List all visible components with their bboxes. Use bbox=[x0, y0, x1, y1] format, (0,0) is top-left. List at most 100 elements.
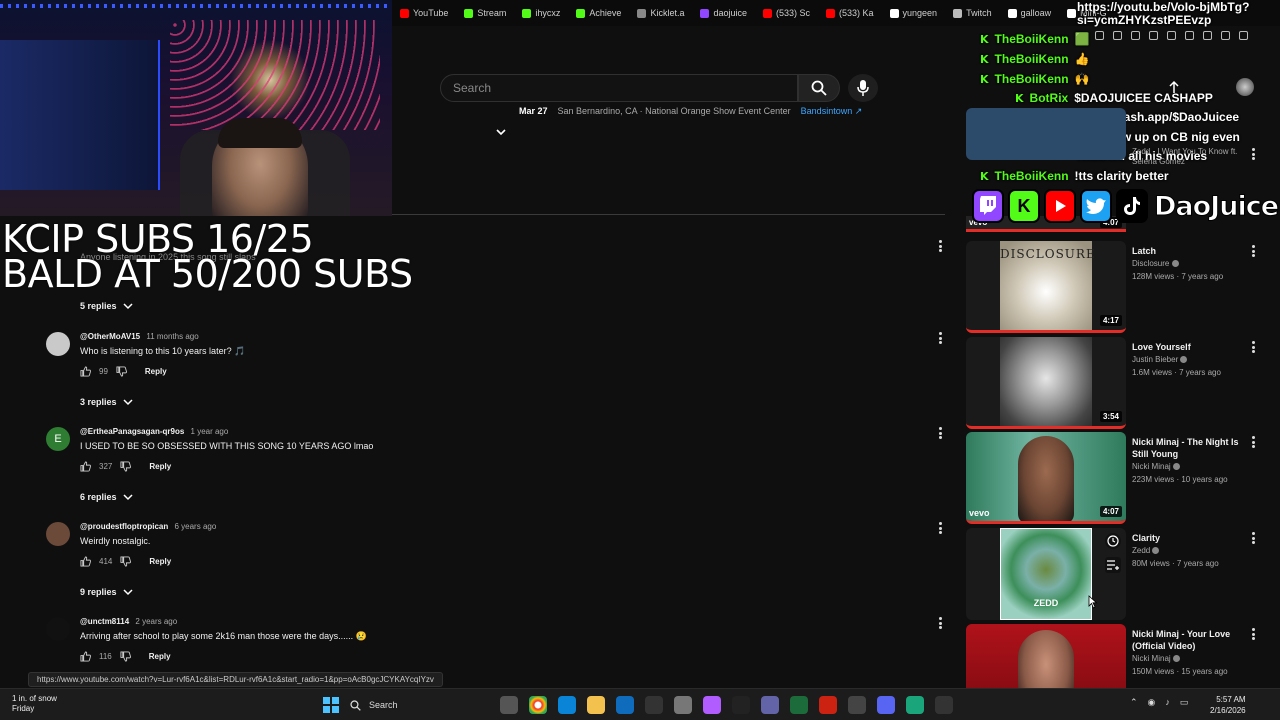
task-view-icon[interactable] bbox=[500, 696, 518, 714]
ai-icon[interactable] bbox=[1221, 30, 1230, 40]
comment-menu-button[interactable] bbox=[939, 240, 943, 252]
comment-author[interactable]: @unctm8114 bbox=[80, 617, 129, 626]
related-video[interactable]: vevo 4:07 Nicki Minaj - The Night Is Stil… bbox=[966, 432, 1266, 524]
related-video[interactable]: 3:54 Love Yourself Justin Bieber 1.6M vi… bbox=[966, 337, 1266, 429]
reply-button[interactable]: Reply bbox=[145, 367, 167, 376]
comment-menu-button[interactable] bbox=[939, 522, 943, 534]
upload-icon[interactable] bbox=[1168, 80, 1180, 94]
reply-button[interactable]: Reply bbox=[149, 557, 171, 566]
bookmark-item[interactable]: (533) Sc bbox=[755, 8, 818, 18]
bookmark-item[interactable]: daojuice bbox=[692, 8, 755, 18]
download-icon[interactable] bbox=[1203, 30, 1212, 40]
thumbs-up-icon[interactable] bbox=[80, 651, 91, 662]
bookmark-item[interactable]: galloaw bbox=[1000, 8, 1060, 18]
video-thumbnail[interactable] bbox=[966, 108, 1126, 160]
bookmark-item[interactable]: Kicklet.a bbox=[629, 8, 692, 18]
comment-menu-button[interactable] bbox=[939, 332, 943, 344]
comment-menu-button[interactable] bbox=[939, 427, 943, 439]
bookmark-item[interactable]: Twitch bbox=[945, 8, 1000, 18]
video-menu-button[interactable] bbox=[1252, 628, 1256, 642]
video-menu-button[interactable] bbox=[1252, 148, 1256, 162]
video-channel[interactable]: Nicki Minaj bbox=[1132, 462, 1180, 471]
start-button[interactable] bbox=[323, 697, 339, 713]
add-to-queue-icon[interactable] bbox=[1105, 557, 1121, 573]
discord-icon[interactable] bbox=[877, 696, 895, 714]
replies-toggle[interactable]: 3 replies bbox=[80, 397, 133, 407]
bookmark-item[interactable]: (533) Ka bbox=[818, 8, 882, 18]
thumbs-down-icon[interactable] bbox=[120, 556, 132, 567]
opera-icon[interactable] bbox=[819, 696, 837, 714]
system-clock[interactable]: 5:57 AM 2/16/2026 bbox=[1210, 694, 1246, 716]
avatar[interactable] bbox=[46, 332, 70, 356]
app-icon[interactable] bbox=[790, 696, 808, 714]
bookmark-item[interactable]: yungeen bbox=[882, 8, 946, 18]
comment-author[interactable]: @OtherMoAV15 bbox=[80, 332, 140, 341]
video-title[interactable]: Nicki Minaj - Your Love (Official Video) bbox=[1132, 628, 1256, 652]
bookmark-item[interactable]: YouTube bbox=[392, 8, 456, 18]
network-icon[interactable]: ◉ bbox=[1148, 697, 1156, 708]
video-title[interactable]: Latch bbox=[1132, 245, 1256, 257]
shield-icon[interactable] bbox=[1113, 30, 1122, 40]
chevron-up-icon[interactable]: ⌃ bbox=[1130, 697, 1138, 708]
weather-widget[interactable]: 1 in. of snow Friday bbox=[12, 694, 57, 714]
video-channel[interactable]: Zedd bbox=[1132, 546, 1160, 555]
settings-icon[interactable] bbox=[674, 696, 692, 714]
app-icon[interactable] bbox=[703, 696, 721, 714]
video-menu-button[interactable] bbox=[1252, 341, 1256, 355]
search-button[interactable] bbox=[798, 74, 840, 102]
app-icon[interactable] bbox=[848, 696, 866, 714]
video-channel[interactable]: Disclosure bbox=[1132, 259, 1179, 268]
video-channel[interactable]: Justin Bieber bbox=[1132, 355, 1188, 364]
comment-menu-button[interactable] bbox=[939, 617, 943, 629]
heart-icon[interactable] bbox=[1149, 30, 1158, 40]
thumbs-up-icon[interactable] bbox=[80, 461, 91, 472]
speaker-icon[interactable]: ♪ bbox=[1165, 697, 1170, 708]
menu-icon[interactable] bbox=[1239, 30, 1248, 40]
replies-toggle[interactable]: 6 replies bbox=[80, 492, 133, 502]
reply-button[interactable]: Reply bbox=[149, 652, 171, 661]
app-icon[interactable] bbox=[906, 696, 924, 714]
play-icon[interactable] bbox=[1131, 30, 1140, 40]
video-thumbnail[interactable]: ZEDD bbox=[966, 528, 1126, 620]
bookmark-item[interactable]: ihycxz bbox=[514, 8, 568, 18]
bandsintown-link[interactable]: Bandsintown ↗ bbox=[801, 106, 863, 117]
reply-button[interactable]: Reply bbox=[149, 462, 171, 471]
video-thumbnail[interactable]: DISCLOSURE 4:17 bbox=[966, 241, 1126, 333]
comment-author[interactable]: @ErtheaPanagsagan-qr9os bbox=[80, 427, 184, 436]
replies-toggle[interactable]: 9 replies bbox=[80, 587, 133, 597]
thumbs-up-icon[interactable] bbox=[80, 556, 91, 567]
video-title[interactable]: Love Yourself bbox=[1132, 341, 1256, 353]
extensions-icon[interactable] bbox=[1185, 30, 1194, 40]
search-input[interactable]: Search bbox=[440, 74, 798, 102]
video-thumbnail[interactable]: vevo 4:07 bbox=[966, 432, 1126, 524]
watch-later-icon[interactable] bbox=[1105, 533, 1121, 549]
video-title[interactable]: Nicki Minaj - The Night Is Still Young bbox=[1132, 436, 1256, 460]
battery-icon[interactable]: ▭ bbox=[1180, 697, 1189, 708]
refresh-icon[interactable] bbox=[1167, 30, 1176, 40]
chevron-down-icon[interactable] bbox=[495, 126, 507, 138]
comment-author[interactable]: @proudestfloptropican bbox=[80, 522, 168, 531]
bookmark-item[interactable]: Achieve bbox=[568, 8, 629, 18]
video-title[interactable]: Clarity bbox=[1132, 532, 1256, 544]
thumbs-down-icon[interactable] bbox=[116, 366, 127, 377]
video-thumbnail[interactable]: 3:54 bbox=[966, 337, 1126, 429]
file-explorer-icon[interactable] bbox=[587, 696, 605, 714]
video-menu-button[interactable] bbox=[1252, 532, 1256, 546]
terminal-icon[interactable] bbox=[732, 696, 750, 714]
account-avatar[interactable] bbox=[1236, 78, 1254, 96]
edge-icon[interactable] bbox=[558, 696, 576, 714]
voice-search-button[interactable] bbox=[848, 74, 878, 102]
avatar[interactable]: E bbox=[46, 427, 70, 451]
bookmark-item[interactable]: Stream bbox=[456, 8, 514, 18]
related-video[interactable]: DISCLOSURE 4:17 Latch Disclosure 128M vie… bbox=[966, 241, 1266, 333]
chrome-icon[interactable] bbox=[529, 696, 547, 714]
obs-icon[interactable] bbox=[645, 696, 663, 714]
replies-toggle[interactable]: 5 replies bbox=[80, 301, 133, 311]
thumbs-down-icon[interactable] bbox=[120, 461, 132, 472]
thumbs-down-icon[interactable] bbox=[120, 651, 131, 662]
teams-icon[interactable] bbox=[761, 696, 779, 714]
avatar[interactable] bbox=[46, 617, 70, 641]
avatar[interactable] bbox=[46, 522, 70, 546]
video-menu-button[interactable] bbox=[1252, 436, 1256, 450]
thumbs-up-icon[interactable] bbox=[80, 366, 91, 377]
